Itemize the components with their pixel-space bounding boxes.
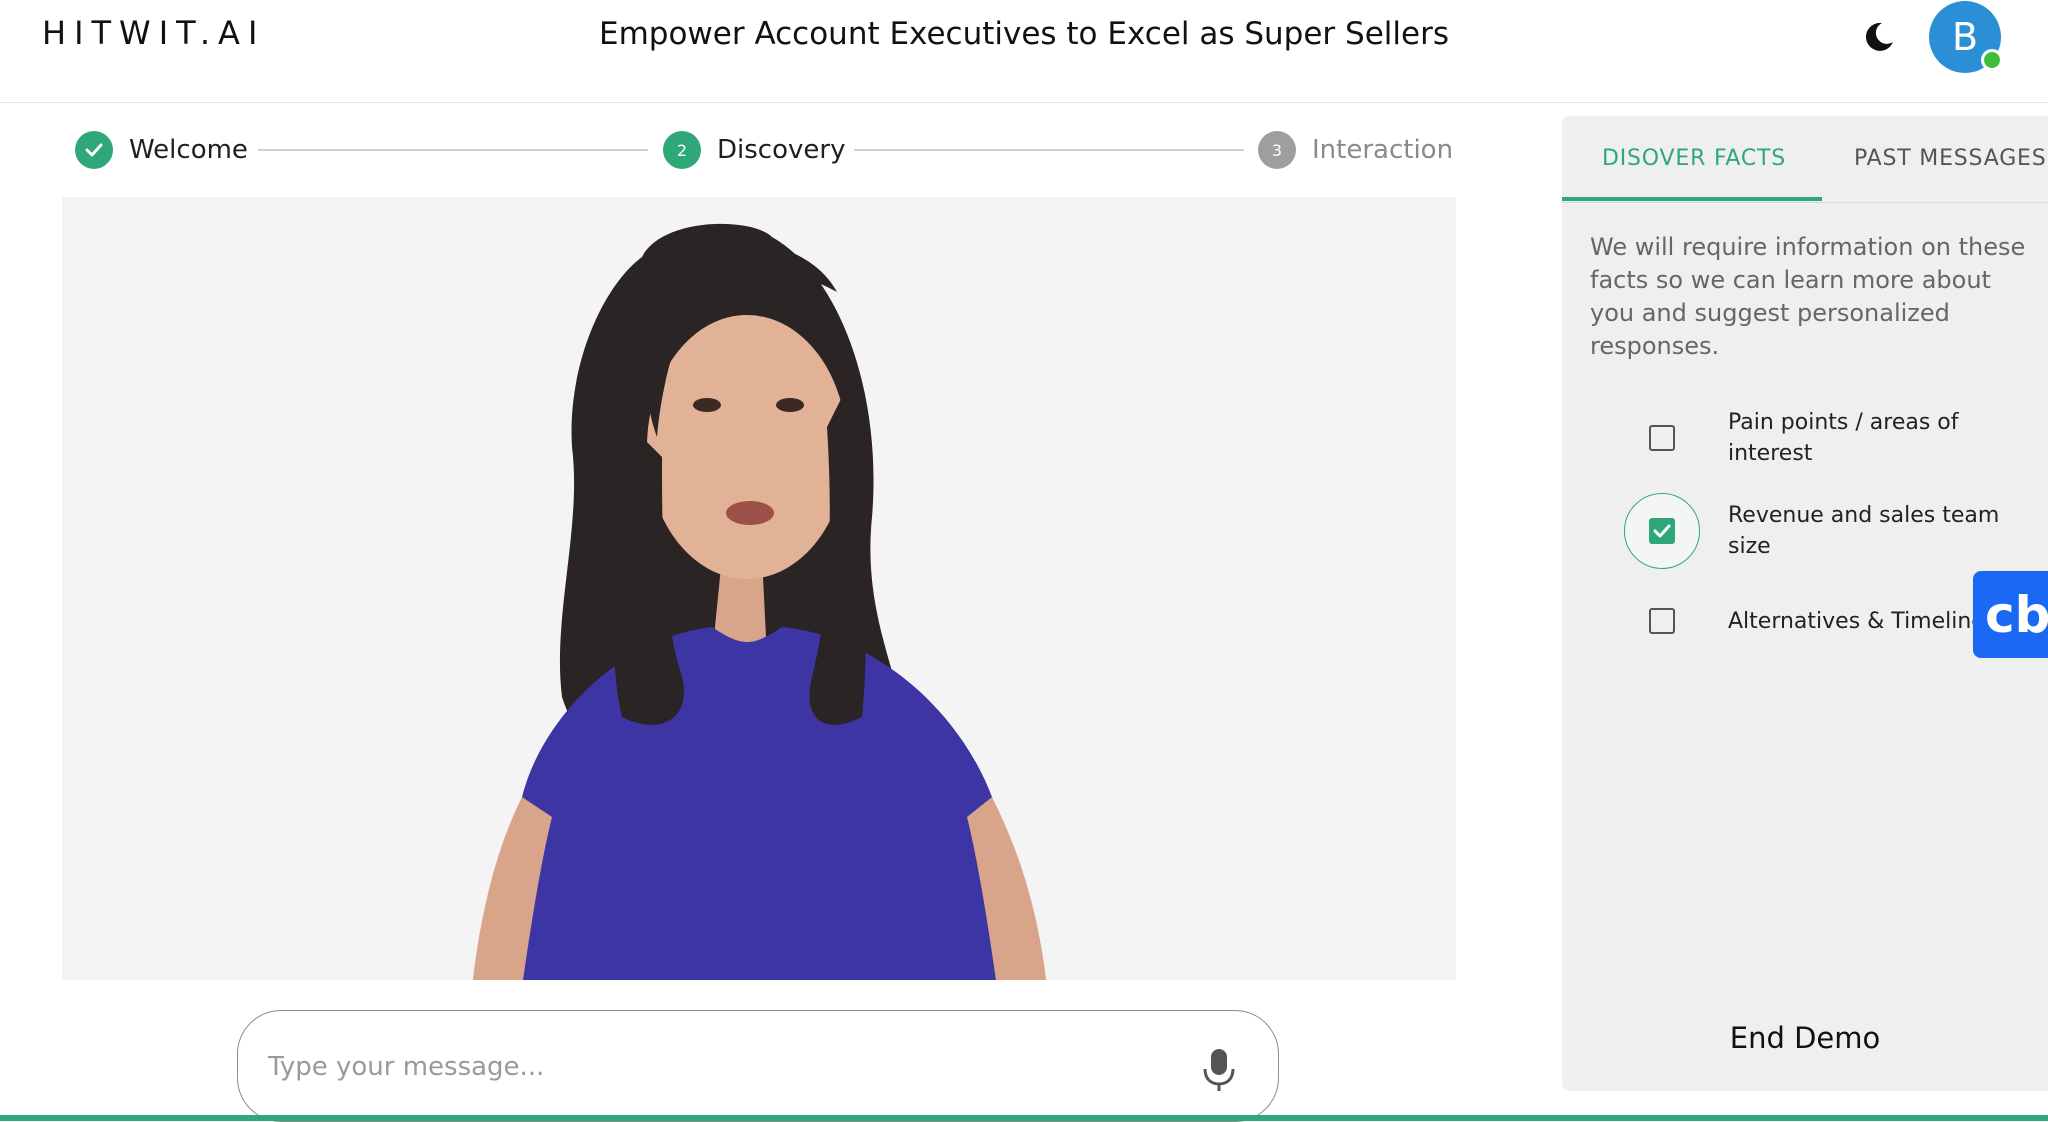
- top-header: HITWIT.AI Empower Account Executives to …: [0, 0, 2048, 103]
- facts-intro-text: We will require information on these fac…: [1590, 233, 2026, 360]
- presenter-video-frame: [62, 197, 1456, 980]
- fact-label: Revenue and sales team size: [1728, 503, 2000, 559]
- step-connector: [258, 149, 648, 151]
- fact-item: Revenue and sales team size: [1624, 493, 2024, 569]
- bottom-accent-bar: [0, 1115, 2048, 1121]
- checkmark-icon: [1649, 518, 1675, 544]
- online-status-dot: [1981, 49, 2003, 71]
- avatar-video[interactable]: [62, 197, 1456, 980]
- step-number: 3: [1258, 131, 1296, 169]
- fact-label: Pain points / areas of interest: [1728, 410, 1959, 466]
- microphone-icon[interactable]: [1198, 1047, 1240, 1093]
- message-input-container: [237, 1010, 1279, 1122]
- checkbox-box: [1649, 608, 1675, 634]
- step-label: Discovery: [717, 135, 846, 165]
- fact-item: Alternatives & Timeline: [1624, 583, 2024, 659]
- checkbox-box: [1649, 425, 1675, 451]
- avatar[interactable]: B: [1929, 1, 2003, 73]
- panel-tabs: DISOVER FACTS PAST MESSAGES: [1562, 116, 2048, 203]
- step-welcome: Welcome: [75, 130, 248, 170]
- progress-stepper: Welcome 2 Discovery 3 Interaction: [75, 130, 1453, 170]
- step-label: Welcome: [129, 135, 248, 165]
- moon-icon[interactable]: [1862, 20, 1896, 54]
- fact-item: Pain points / areas of interest: [1624, 400, 2024, 476]
- tab-discover-facts[interactable]: DISOVER FACTS: [1602, 146, 1786, 171]
- step-discovery: 2 Discovery: [663, 130, 845, 170]
- message-input[interactable]: [266, 1041, 1170, 1093]
- step-connector: [854, 149, 1244, 151]
- end-demo-button[interactable]: End Demo: [1562, 1021, 2048, 1055]
- fact-checkbox[interactable]: [1624, 493, 1700, 569]
- avatar-initial: B: [1951, 15, 1979, 59]
- check-icon: [75, 131, 113, 169]
- step-interaction: 3 Interaction: [1258, 130, 1453, 170]
- step-label: Interaction: [1312, 135, 1454, 165]
- floating-cb-widget[interactable]: cb: [1973, 571, 2048, 658]
- step-number: 2: [663, 131, 701, 169]
- fact-label: Alternatives & Timeline: [1728, 608, 1985, 634]
- fact-checkbox[interactable]: [1624, 583, 1700, 659]
- page-title: Empower Account Executives to Excel as S…: [599, 16, 1449, 52]
- fact-checkbox[interactable]: [1624, 400, 1700, 476]
- active-tab-indicator: [1562, 197, 1822, 201]
- tab-past-messages[interactable]: PAST MESSAGES: [1854, 146, 2047, 171]
